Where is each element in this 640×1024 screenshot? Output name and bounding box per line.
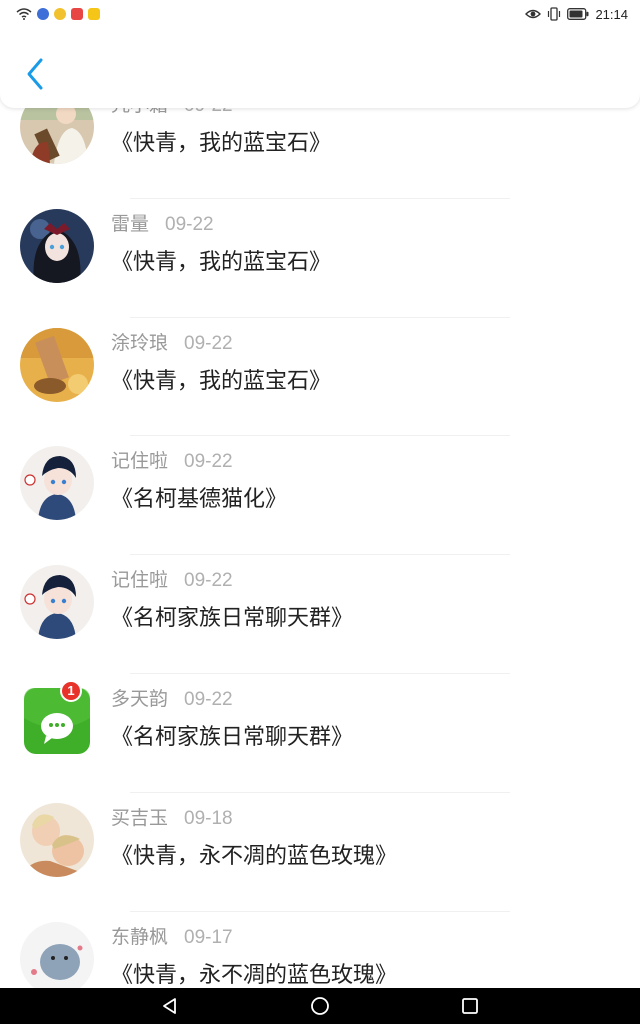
author-name: 多天韵 [111, 687, 169, 710]
avatar[interactable] [20, 100, 94, 164]
list-item[interactable]: 东静枫 09-17 《快青，永不凋的蓝色玫瑰》 [0, 912, 640, 988]
work-title[interactable]: 《快青，永不凋的蓝色玫瑰》 [111, 957, 397, 988]
work-title[interactable]: 《快青，永不凋的蓝色玫瑰》 [111, 838, 397, 870]
list-item[interactable]: 凭小霜 09-22 《快青，我的蓝宝石》 [0, 100, 640, 199]
author-name: 买吉玉 [111, 806, 169, 829]
list-item[interactable]: 记住啦 09-22 《名柯家族日常聊天群》 [0, 555, 640, 674]
author-name: 东静枫 [111, 925, 169, 948]
post-date: 09-22 [165, 213, 214, 235]
author-name: 雷量 [111, 212, 150, 235]
screen: 21:14 凭小霜 09-22 《快青，我的蓝宝石》 雷量 09-22 《快青，… [0, 0, 640, 1024]
avatar[interactable] [20, 802, 94, 877]
list-item[interactable]: 买吉玉 09-18 《快青，永不凋的蓝色玫瑰》 [0, 793, 640, 912]
message-list[interactable]: 凭小霜 09-22 《快青，我的蓝宝石》 雷量 09-22 《快青，我的蓝宝石》… [0, 100, 640, 988]
list-item[interactable]: 涂玲琅 09-22 《快青，我的蓝宝石》 [0, 318, 640, 437]
work-title[interactable]: 《快青，我的蓝宝石》 [111, 363, 331, 395]
nav-recents-button[interactable] [395, 988, 545, 1024]
post-date: 09-22 [184, 570, 233, 592]
avatar[interactable] [20, 208, 94, 283]
list-item[interactable]: 1 多天韵 09-22 《名柯家族日常聊天群》 [0, 674, 640, 793]
avatar[interactable] [20, 446, 94, 521]
avatar[interactable] [20, 565, 94, 640]
author-name: 涂玲琅 [111, 331, 169, 354]
back-button[interactable] [20, 56, 50, 92]
home-circle-icon [311, 997, 329, 1015]
back-triangle-icon [163, 998, 176, 1014]
nav-back-button[interactable] [95, 988, 245, 1024]
post-date: 09-22 [184, 451, 233, 473]
vibrate-icon [548, 7, 561, 21]
wifi-icon [16, 8, 32, 20]
avatar[interactable] [20, 921, 94, 988]
recents-square-icon [462, 998, 478, 1014]
post-date: 09-22 [184, 688, 233, 710]
avatar[interactable] [24, 687, 90, 754]
post-date: 09-17 [184, 926, 233, 948]
system-navigation-bar [0, 988, 640, 1024]
app-notification-icon [37, 8, 49, 20]
app-notification-icon [54, 8, 66, 20]
list-item[interactable]: 雷量 09-22 《快青，我的蓝宝石》 [0, 199, 640, 318]
work-title[interactable]: 《名柯家族日常聊天群》 [111, 719, 353, 751]
work-title[interactable]: 《名柯基德猫化》 [111, 481, 287, 513]
author-name: 记住啦 [111, 450, 169, 473]
post-date: 09-18 [184, 807, 233, 829]
app-notification-icon [88, 8, 100, 20]
work-title[interactable]: 《快青，我的蓝宝石》 [111, 244, 331, 276]
clock-time: 21:14 [595, 6, 628, 22]
list-item[interactable]: 记住啦 09-22 《名柯基德猫化》 [0, 436, 640, 556]
badge-count: 1 [67, 683, 75, 699]
avatar[interactable] [20, 327, 94, 402]
nav-home-button[interactable] [245, 988, 395, 1024]
notification-badge: 1 [60, 679, 82, 702]
eye-icon [525, 9, 542, 19]
chevron-left-icon [27, 58, 43, 90]
work-title[interactable]: 《快青，我的蓝宝石》 [111, 125, 331, 157]
battery-icon [567, 8, 589, 20]
author-name: 记住啦 [111, 569, 169, 592]
post-date: 09-22 [184, 332, 233, 354]
app-notification-icon [71, 8, 83, 20]
work-title[interactable]: 《名柯家族日常聊天群》 [111, 600, 353, 632]
status-bar: 21:14 [0, 0, 640, 28]
